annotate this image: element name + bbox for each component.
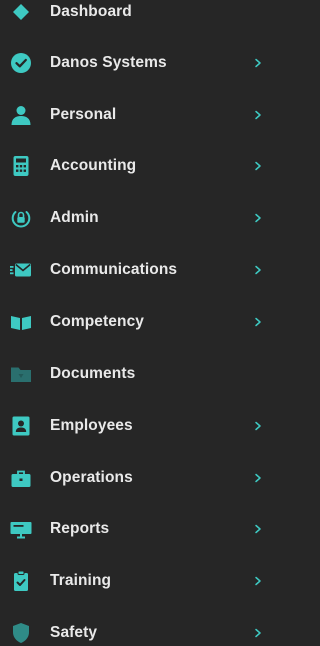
- book-icon: [10, 311, 32, 333]
- sidebar-item-label: Danos Systems: [50, 54, 167, 71]
- sidebar-item-label: Training: [50, 572, 112, 589]
- chevron-right-icon[interactable]: [254, 58, 262, 68]
- chevron-right-icon[interactable]: [254, 628, 262, 638]
- sidebar-item-label: Safety: [50, 624, 98, 641]
- sidebar-item-label: Personal: [50, 106, 117, 123]
- briefcase-icon: [10, 467, 32, 489]
- envelope-icon: [10, 259, 32, 281]
- sidebar-item-competency[interactable]: Competency: [0, 300, 264, 344]
- sidebar-item-safety[interactable]: Safety: [0, 611, 264, 646]
- shield-icon: [10, 622, 32, 644]
- chevron-right-icon[interactable]: [254, 473, 262, 483]
- folder-icon: [10, 363, 32, 385]
- sidebar-item-label: Dashboard: [50, 3, 132, 20]
- id-badge-icon: [10, 415, 32, 437]
- calculator-icon: [10, 155, 32, 177]
- sidebar-item-dashboard[interactable]: Dashboard: [0, 0, 264, 34]
- chevron-right-icon[interactable]: [254, 161, 262, 171]
- chevron-right-icon[interactable]: [254, 576, 262, 586]
- sidebar-item-operations[interactable]: Operations: [0, 456, 264, 500]
- chevron-right-icon[interactable]: [254, 421, 262, 431]
- check-circle-icon: [10, 52, 32, 74]
- chevron-right-icon[interactable]: [254, 110, 262, 120]
- presentation-board-icon: [10, 518, 32, 540]
- sidebar-item-admin[interactable]: Admin: [0, 196, 264, 240]
- chevron-right-icon[interactable]: [254, 317, 262, 327]
- sidebar-item-label: Accounting: [50, 157, 137, 174]
- sidebar-item-label: Reports: [50, 520, 110, 537]
- sidebar-item-label: Admin: [50, 209, 99, 226]
- sidebar-nav: Dashboard Danos Systems Personal Account…: [0, 0, 264, 646]
- sidebar-item-training[interactable]: Training: [0, 559, 264, 603]
- sidebar-item-danos-systems[interactable]: Danos Systems: [0, 41, 264, 85]
- sidebar-item-label: Competency: [50, 313, 145, 330]
- sidebar-item-documents[interactable]: Documents: [0, 352, 264, 396]
- chevron-right-icon[interactable]: [254, 213, 262, 223]
- sidebar-item-employees[interactable]: Employees: [0, 404, 264, 448]
- clipboard-check-icon: [10, 570, 32, 592]
- sidebar-item-label: Communications: [50, 261, 178, 278]
- sidebar-item-label: Operations: [50, 469, 133, 486]
- sidebar-item-reports[interactable]: Reports: [0, 507, 264, 551]
- person-icon: [10, 104, 32, 126]
- sidebar-item-label: Documents: [50, 365, 136, 382]
- sidebar-item-personal[interactable]: Personal: [0, 93, 264, 137]
- lock-icon: [10, 207, 32, 229]
- sidebar-item-label: Employees: [50, 417, 133, 434]
- diamond-icon: [10, 1, 32, 23]
- chevron-right-icon[interactable]: [254, 524, 262, 534]
- sidebar-item-accounting[interactable]: Accounting: [0, 144, 264, 188]
- chevron-right-icon[interactable]: [254, 265, 262, 275]
- sidebar-item-communications[interactable]: Communications: [0, 248, 264, 292]
